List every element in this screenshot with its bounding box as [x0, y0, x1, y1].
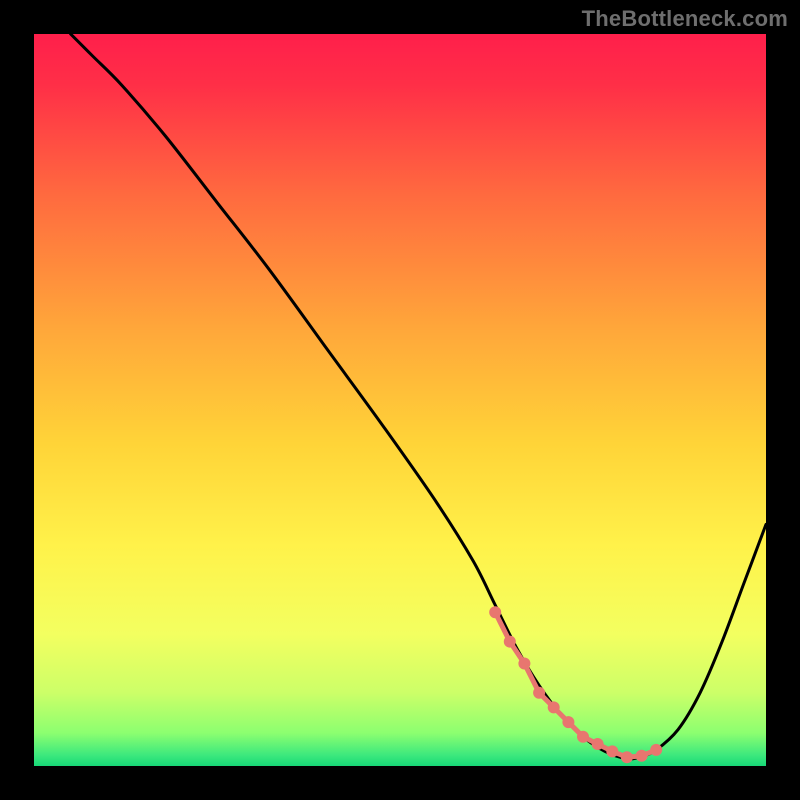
plot-area [34, 34, 766, 766]
valley-marker [489, 606, 501, 618]
bottleneck-curve [71, 34, 766, 759]
valley-segment [495, 612, 656, 757]
valley-marker [650, 744, 662, 756]
valley-marker [577, 731, 589, 743]
valley-marker [636, 750, 648, 762]
valley-marker [504, 636, 516, 648]
valley-marker [533, 687, 545, 699]
valley-marker [562, 716, 574, 728]
valley-marker [606, 745, 618, 757]
curve-layer [34, 34, 766, 766]
chart-frame: TheBottleneck.com [0, 0, 800, 800]
watermark-text: TheBottleneck.com [582, 6, 788, 32]
valley-marker [621, 751, 633, 763]
valley-marker [592, 738, 604, 750]
valley-marker [518, 658, 530, 670]
valley-marker [548, 701, 560, 713]
